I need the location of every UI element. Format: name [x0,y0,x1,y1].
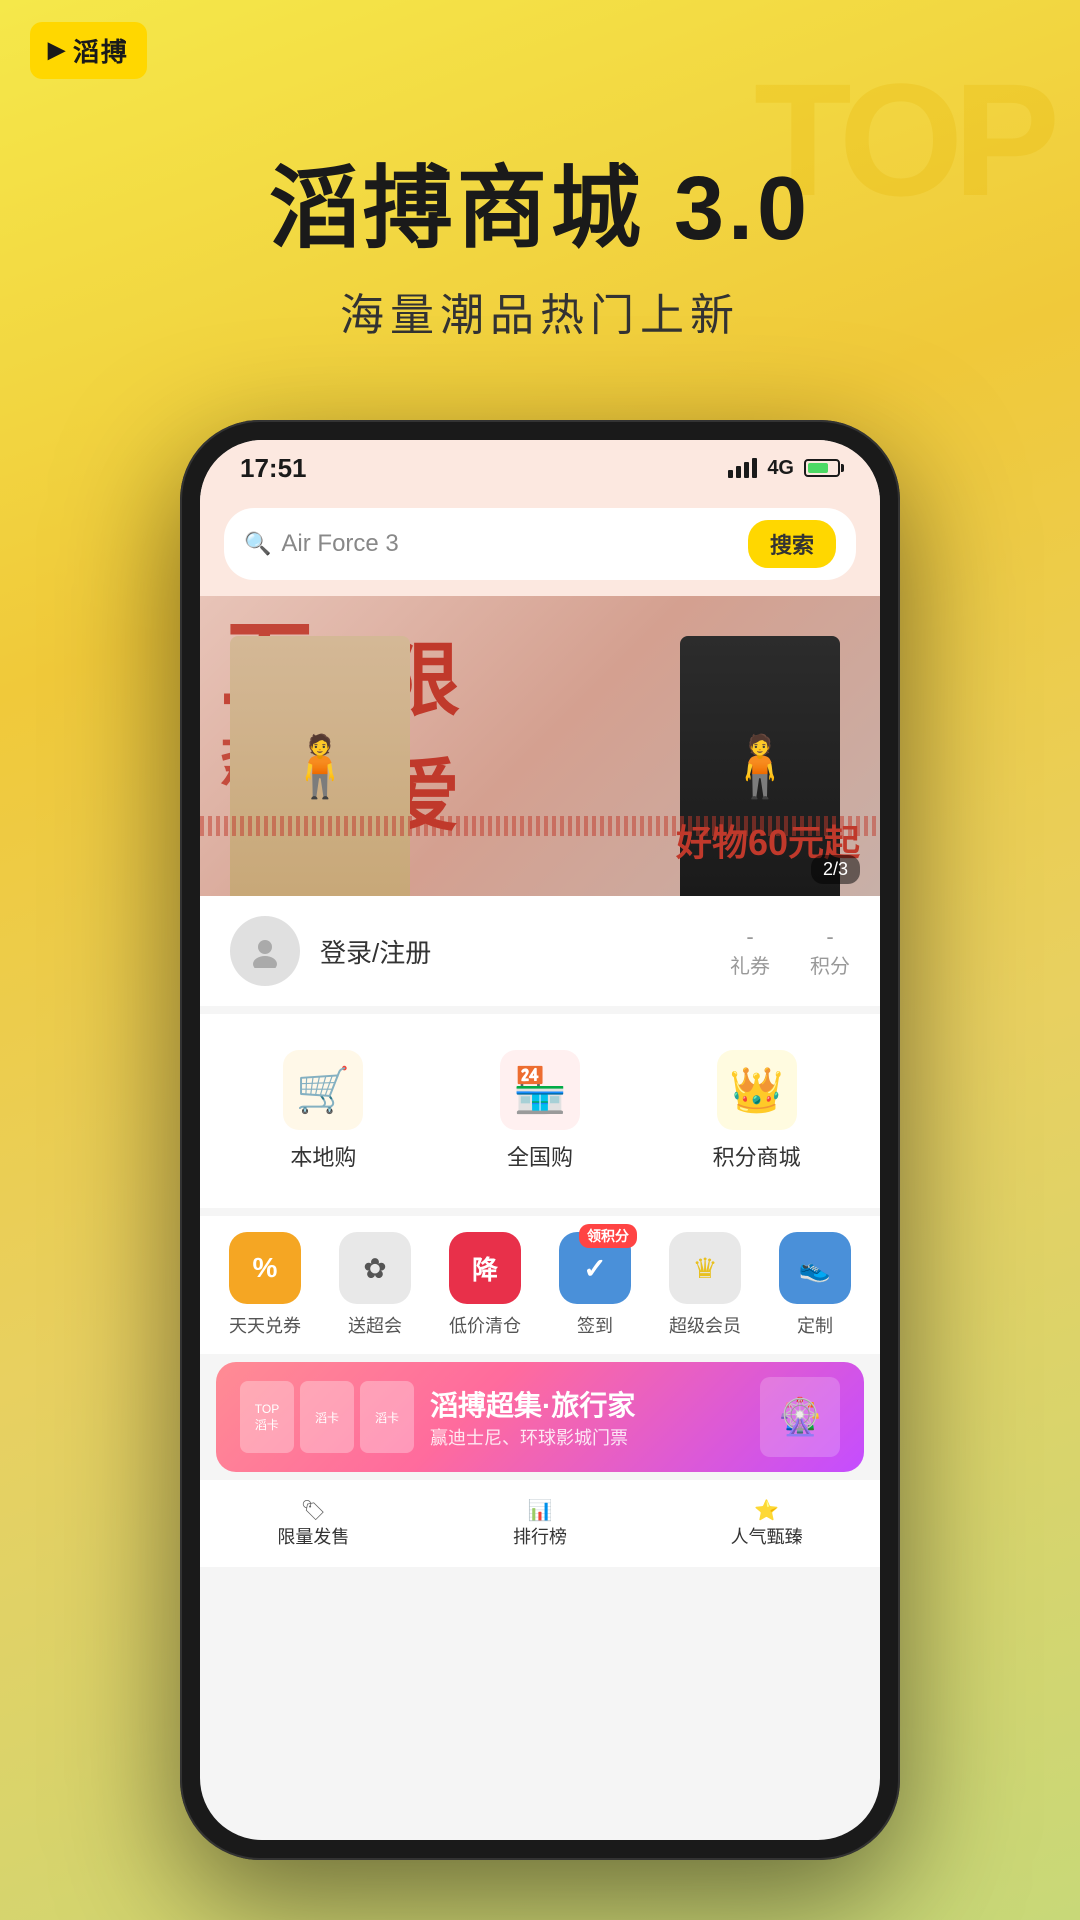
bottom-tab-popular-icon: ⭐ [659,1498,874,1523]
category-local-icon: 🛒 [283,1050,363,1130]
user-coupon-count: - [730,924,770,950]
mini-icon-vip-circle: ✿ [339,1232,411,1304]
category-national[interactable]: 🏪 全国购 [437,1034,644,1188]
mini-icon-sale-circle: 降 [449,1232,521,1304]
status-right: 4G [728,457,840,480]
mini-icon-coupon-circle: % [229,1232,301,1304]
hero-title: 滔搏商城 3.0 [60,160,1020,259]
bottom-tab-ranking-label: 排行榜 [433,1523,648,1549]
bottom-tab-ranking[interactable]: 📊 排行榜 [427,1492,654,1555]
user-avatar[interactable] [230,916,300,986]
mini-icon-checkin-label: 签到 [577,1312,613,1338]
bottom-tab-limited-icon: 🏷 [206,1498,421,1523]
mini-icon-custom-label: 定制 [797,1312,833,1338]
top-bar: ▶ 滔搏 [0,0,1080,100]
bottom-banner-text: 滔搏超集·旅行家 赢迪士尼、环球影城门票 [430,1384,744,1450]
mini-icon-custom[interactable]: 👟 定制 [760,1232,870,1338]
search-input[interactable]: Air Force 3 [281,530,748,558]
phone-container: 17:51 4G 🔍 [180,420,900,1860]
user-coupon-badge[interactable]: - 礼券 [730,924,770,979]
category-national-icon: 🏪 [500,1050,580,1130]
bottom-banner-title: 滔搏超集·旅行家 [430,1384,744,1424]
mini-icon-checkin[interactable]: ✓ 领积分 签到 [540,1232,650,1338]
category-grid: 🛒 本地购 🏪 全国购 👑 积分商城 [200,1014,880,1208]
search-button[interactable]: 搜索 [748,520,836,568]
figure-right-icon: 🧍 [723,731,798,802]
bottom-tab-ranking-icon: 📊 [433,1498,648,1523]
user-points-count: - [810,924,850,950]
user-login-label[interactable]: 登录/注册 [320,933,431,970]
user-points-label: 积分 [810,950,850,979]
banner-card-1: TOP滔卡 [240,1381,294,1453]
category-points-icon: 👑 [717,1050,797,1130]
bottom-banner-cards: TOP滔卡 滔卡 滔卡 [240,1381,414,1453]
mini-icon-custom-circle: 👟 [779,1232,851,1304]
phone-frame: 17:51 4G 🔍 [180,420,900,1860]
signal-bars [728,458,757,478]
mini-icon-vip-label: 送超会 [348,1312,402,1338]
bottom-tabs: 🏷 限量发售 📊 排行榜 ⭐ 人气甄臻 [200,1480,880,1567]
signal-bar-2 [736,466,741,478]
bottom-tab-limited-label: 限量发售 [206,1523,421,1549]
signal-bar-1 [728,470,733,478]
bottom-tab-limited[interactable]: 🏷 限量发售 [200,1492,427,1555]
status-bar: 17:51 4G [200,440,880,496]
mini-icon-super-vip[interactable]: ♛ 超级会员 [650,1232,760,1338]
mini-icon-sale[interactable]: 降 低价清仓 [430,1232,540,1338]
mini-icon-sale-label: 低价清仓 [449,1312,521,1338]
bottom-tab-popular-label: 人气甄臻 [659,1523,874,1549]
banner-page-indicator: 2/3 [811,855,860,884]
search-icon: 🔍 [244,531,271,557]
status-4g: 4G [767,457,794,480]
banner-card-2: 滔卡 [300,1381,354,1453]
signal-bar-4 [752,458,757,478]
user-info-right: - 礼券 - 积分 [730,924,850,979]
banner-figure-left: 🧍 [230,636,410,896]
battery-level [808,463,828,473]
user-section[interactable]: 登录/注册 - 礼券 - 积分 [200,896,880,1006]
user-points-badge[interactable]: - 积分 [810,924,850,979]
status-time: 17:51 [240,453,307,484]
category-national-label: 全国购 [507,1140,573,1172]
banner-card-3: 滔卡 [360,1381,414,1453]
bottom-banner[interactable]: TOP滔卡 滔卡 滔卡 滔搏超集·旅行家 赢迪士尼、环球影城门票 🎡 [216,1362,864,1472]
search-input-row[interactable]: 🔍 Air Force 3 搜索 [224,508,856,580]
hero-section: 滔搏商城 3.0 海量潮品热门上新 [0,120,1080,373]
mini-icon-coupon-label: 天天兑券 [229,1312,301,1338]
battery-icon [804,459,840,477]
logo-text: 滔搏 [73,32,129,69]
mini-icon-super-vip-label: 超级会员 [669,1312,741,1338]
mini-icons-row: % 天天兑券 ✿ 送超会 降 低价清仓 ✓ 领积分 签到 [200,1216,880,1354]
category-local-label: 本地购 [290,1140,356,1172]
figure-left-icon: 🧍 [283,731,358,802]
phone-screen: 17:51 4G 🔍 [200,440,880,1840]
bottom-banner-subtitle: 赢迪士尼、环球影城门票 [430,1424,744,1450]
category-points-mall[interactable]: 👑 积分商城 [653,1034,860,1188]
mini-icon-coupon[interactable]: % 天天兑券 [210,1232,320,1338]
bottom-banner-image: 🎡 [760,1377,840,1457]
mini-icon-super-vip-circle: ♛ [669,1232,741,1304]
banner[interactable]: 五 热 限 爱 🧍 🧍 好物60元起 2/3 [200,596,880,896]
logo-icon: ▶ [48,37,65,63]
bottom-tab-popular[interactable]: ⭐ 人气甄臻 [653,1492,880,1555]
mini-icon-vip[interactable]: ✿ 送超会 [320,1232,430,1338]
hero-subtitle: 海量潮品热门上新 [60,279,1020,343]
logo-badge[interactable]: ▶ 滔搏 [30,22,147,79]
checkin-badge: 领积分 [579,1224,637,1248]
signal-bar-3 [744,462,749,478]
search-bar: 🔍 Air Force 3 搜索 [200,496,880,596]
user-coupon-label: 礼券 [730,950,770,979]
category-points-label: 积分商城 [713,1140,801,1172]
category-local[interactable]: 🛒 本地购 [220,1034,427,1188]
mini-icon-checkin-circle: ✓ 领积分 [559,1232,631,1304]
